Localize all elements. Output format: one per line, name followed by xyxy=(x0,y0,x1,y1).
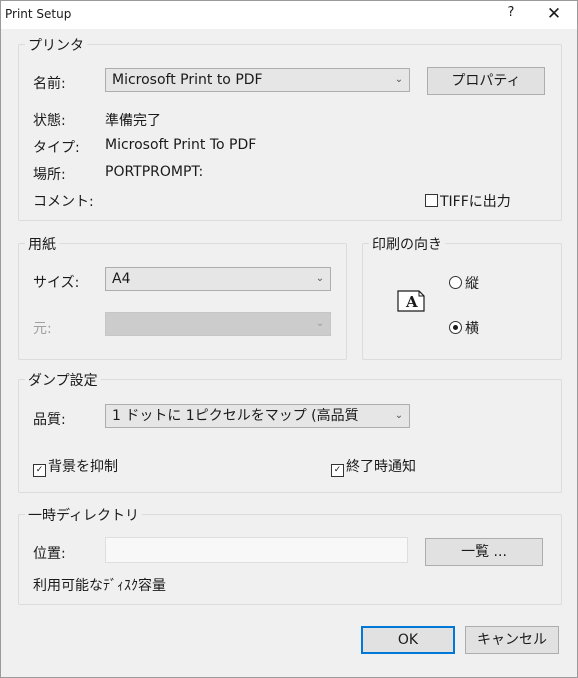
disk-space-label: 利用可能なﾃﾞｨｽｸ容量 xyxy=(33,578,166,594)
close-button[interactable]: ✕ xyxy=(538,2,570,26)
portrait-label: 縦 xyxy=(465,276,479,292)
portrait-radio[interactable]: 縦 xyxy=(449,273,479,293)
quality-select[interactable]: 1 ドットに 1ピクセルをマップ (高品質 ⌄ xyxy=(105,404,410,428)
chevron-down-icon: ⌄ xyxy=(315,273,325,284)
suppress-background-label: 背景を抑制 xyxy=(48,459,118,475)
radio-selected-icon xyxy=(449,321,462,334)
help-button[interactable]: ? xyxy=(504,5,518,23)
type-label: タイプ: xyxy=(33,140,80,156)
window-title: Print Setup xyxy=(5,7,72,21)
cancel-button[interactable]: キャンセル xyxy=(465,626,559,654)
orientation-group-title: 印刷の向き xyxy=(369,234,445,254)
chevron-down-icon: ⌄ xyxy=(393,405,405,427)
chevron-down-icon: ⌄ xyxy=(394,74,404,85)
paper-size-select[interactable]: A4 ⌄ xyxy=(105,267,331,291)
status-value: 準備完了 xyxy=(105,113,161,129)
checkmark-icon: ✓ xyxy=(331,464,344,477)
tiff-label: TIFFに出力 xyxy=(440,194,511,210)
landscape-radio[interactable]: 横 xyxy=(449,318,479,338)
dump-group-title: ダンプ設定 xyxy=(25,370,101,390)
paper-group: 用紙 xyxy=(18,234,347,360)
status-label: 状態: xyxy=(33,113,66,129)
type-value: Microsoft Print To PDF xyxy=(105,137,257,153)
temp-group-title: 一時ディレクトリ xyxy=(25,505,143,525)
temp-location-input[interactable] xyxy=(105,537,408,563)
landscape-label: 横 xyxy=(465,321,479,337)
ok-button[interactable]: OK xyxy=(361,626,455,654)
source-label: 元: xyxy=(33,321,52,337)
quality-label: 品質: xyxy=(33,412,66,428)
notify-end-checkbox[interactable]: ✓ 終了時通知 xyxy=(331,456,416,477)
page-orientation-icon: A xyxy=(397,290,425,312)
location-value: PORTPROMPT: xyxy=(105,164,204,180)
paper-size-value: A4 xyxy=(112,271,131,287)
printer-name-select[interactable]: Microsoft Print to PDF ⌄ xyxy=(105,68,410,92)
quality-value: 1 ドットに 1ピクセルをマップ (高品質 xyxy=(112,408,359,424)
printer-group-title: プリンタ xyxy=(25,35,87,55)
paper-group-title: 用紙 xyxy=(25,234,59,254)
checkmark-icon: ✓ xyxy=(33,464,46,477)
suppress-background-checkbox[interactable]: ✓ 背景を抑制 xyxy=(33,456,118,477)
printer-name-label: 名前: xyxy=(33,76,66,92)
temp-location-label: 位置: xyxy=(33,546,66,562)
print-setup-dialog: Print Setup ? ✕ プリンタ 名前: Microsoft Print… xyxy=(0,0,578,678)
properties-button[interactable]: プロパティ xyxy=(427,67,545,95)
title-bar: Print Setup ? ✕ xyxy=(1,1,577,29)
orientation-group: 印刷の向き xyxy=(362,234,562,360)
radio-icon xyxy=(449,276,462,289)
chevron-down-icon: ⌄ xyxy=(315,318,325,329)
comment-label: コメント: xyxy=(33,194,94,210)
printer-name-value: Microsoft Print to PDF xyxy=(112,72,263,88)
notify-end-label: 終了時通知 xyxy=(346,459,416,475)
paper-source-select: ⌄ xyxy=(105,312,331,336)
size-label: サイズ: xyxy=(33,275,80,291)
tiff-checkbox[interactable]: TIFFに出力 xyxy=(425,191,511,211)
svg-text:A: A xyxy=(405,293,418,311)
location-label: 場所: xyxy=(33,167,66,183)
browse-button[interactable]: 一覧 ... xyxy=(425,538,543,566)
checkbox-icon xyxy=(425,194,438,207)
